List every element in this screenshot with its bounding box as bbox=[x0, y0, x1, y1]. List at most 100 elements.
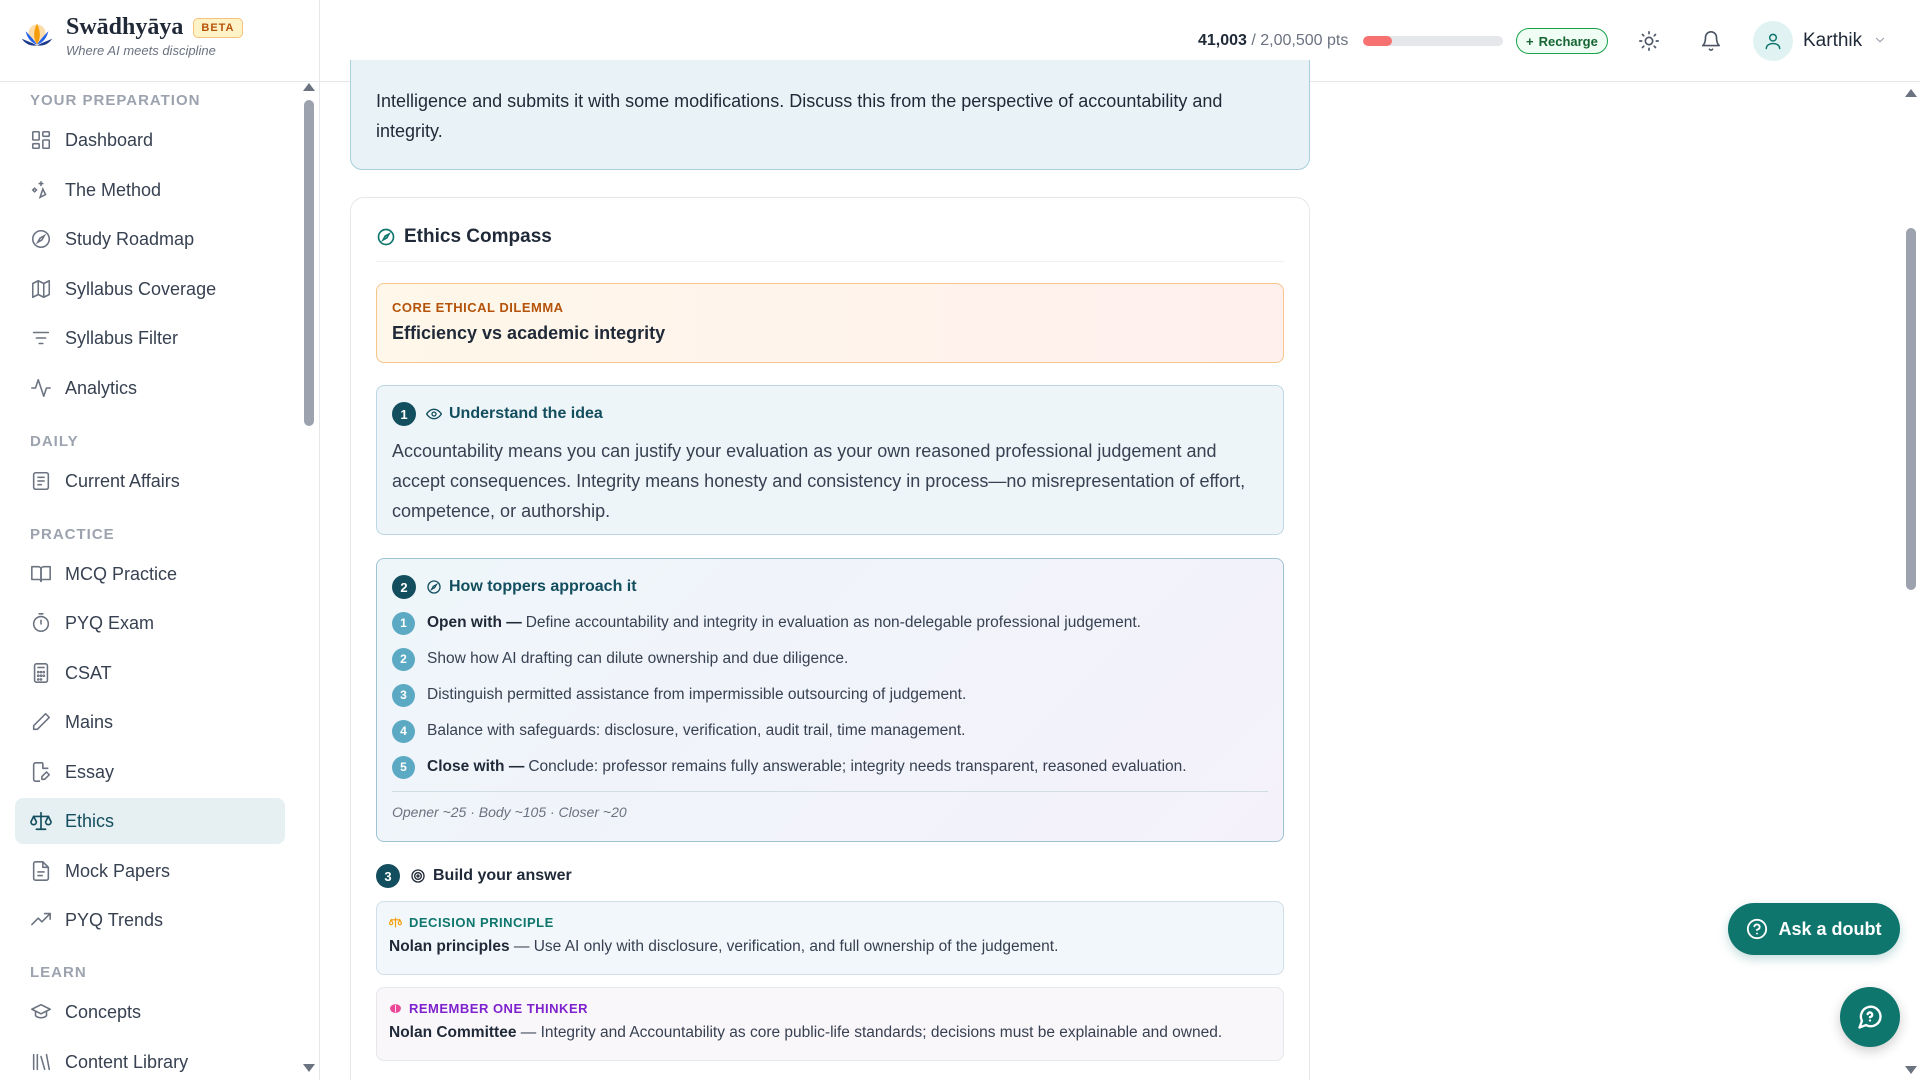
main-scroll-down-icon[interactable] bbox=[1905, 1066, 1917, 1074]
sidebar-scrollbar-thumb[interactable] bbox=[304, 100, 314, 426]
approach-text: Define accountability and integrity in e… bbox=[525, 614, 1141, 631]
beta-badge: BETA bbox=[193, 17, 243, 38]
approach-lead: Open with — bbox=[427, 614, 522, 631]
sidebar-item-method[interactable]: The Method bbox=[15, 167, 285, 213]
step-number: 3 bbox=[376, 864, 400, 888]
sidebar-item-label: Content Library bbox=[65, 1051, 189, 1072]
sidebar-item-content-library[interactable]: Content Library bbox=[15, 1039, 285, 1080]
approach-text: Distinguish permitted assistance from im… bbox=[427, 686, 967, 703]
points-current: 41,003 bbox=[1198, 32, 1247, 49]
bell-icon bbox=[1701, 31, 1721, 51]
principle-label-row: DECISION PRINCIPLE bbox=[389, 915, 1271, 930]
principle-label: DECISION PRINCIPLE bbox=[409, 915, 554, 930]
timer-icon bbox=[32, 613, 50, 633]
step-title: Understand the idea bbox=[449, 405, 603, 422]
section-title-practice: PRACTICE bbox=[30, 526, 115, 543]
approach-number: 1 bbox=[392, 611, 415, 635]
section-title-preparation: YOUR PREPARATION bbox=[30, 92, 201, 109]
sidebar-item-dashboard[interactable]: Dashboard bbox=[15, 117, 285, 163]
sidebar-item-filter[interactable]: Syllabus Filter bbox=[15, 315, 285, 361]
recharge-button[interactable]: + Recharge bbox=[1516, 28, 1608, 54]
sidebar-item-csat[interactable]: CSAT bbox=[15, 650, 285, 696]
sidebar: YOUR PREPARATION Dashboard The Method St… bbox=[0, 82, 300, 1080]
approach-text: Conclude: professor remains fully answer… bbox=[528, 758, 1187, 775]
approach-text: Show how AI drafting can dilute ownershi… bbox=[427, 650, 849, 667]
sidebar-item-label: Syllabus Coverage bbox=[65, 278, 217, 299]
sidebar-item-pyq-trends[interactable]: PYQ Trends bbox=[15, 897, 285, 943]
file-pen-icon bbox=[32, 762, 51, 782]
sidebar-item-concepts[interactable]: Concepts bbox=[15, 989, 285, 1035]
help-circle-icon bbox=[1747, 918, 1768, 940]
sidebar-item-label: PYQ Trends bbox=[65, 909, 164, 930]
sidebar-item-coverage[interactable]: Syllabus Coverage bbox=[15, 266, 285, 312]
approach-number: 3 bbox=[392, 683, 415, 707]
step-toppers-approach: 2 How toppers approach it 1 Open with — … bbox=[376, 558, 1284, 842]
sidebar-scroll-down-icon[interactable] bbox=[303, 1064, 315, 1072]
book-open-icon bbox=[31, 565, 51, 583]
approach-number: 2 bbox=[392, 647, 415, 671]
step-header: 1 Understand the idea bbox=[392, 402, 1268, 426]
lotus-logo-icon bbox=[21, 23, 53, 46]
points-progress-bar bbox=[1363, 36, 1503, 46]
plus-icon: + bbox=[1526, 33, 1534, 49]
sidebar-item-label: CSAT bbox=[65, 662, 112, 683]
step-number: 1 bbox=[392, 402, 416, 426]
sidebar-item-essay[interactable]: Essay bbox=[15, 749, 285, 795]
sidebar-item-mock-papers[interactable]: Mock Papers bbox=[15, 848, 285, 894]
avatar[interactable] bbox=[1753, 21, 1793, 61]
sidebar-item-roadmap[interactable]: Study Roadmap bbox=[15, 216, 285, 262]
sidebar-item-mcq[interactable]: MCQ Practice bbox=[15, 551, 285, 597]
thinker-box: REMEMBER ONE THINKER Nolan Committee — I… bbox=[376, 987, 1284, 1061]
main-scrollbar-thumb[interactable] bbox=[1906, 228, 1916, 590]
sidebar-item-label: Syllabus Filter bbox=[65, 327, 179, 348]
thinker-label-row: REMEMBER ONE THINKER bbox=[389, 1001, 1271, 1016]
step-title: Build your answer bbox=[433, 867, 572, 884]
points-progress-fill bbox=[1363, 36, 1392, 46]
step-body: Accountability means you can justify you… bbox=[392, 441, 1246, 521]
brand-name: Swādhyāya bbox=[66, 14, 184, 40]
sidebar-item-mains[interactable]: Mains bbox=[15, 699, 285, 745]
sidebar-item-label: Mains bbox=[65, 711, 114, 732]
sidebar-item-label: Essay bbox=[65, 761, 115, 782]
sparkles-icon bbox=[31, 180, 47, 199]
sidebar-item-label: PYQ Exam bbox=[65, 612, 155, 633]
sidebar-item-analytics[interactable]: Analytics bbox=[15, 365, 285, 411]
sidebar-item-pyq-exam[interactable]: PYQ Exam bbox=[15, 600, 285, 646]
step-understand: 1 Understand the idea Accountability mea… bbox=[376, 385, 1284, 535]
trending-up-icon bbox=[31, 912, 51, 926]
ask-doubt-button[interactable]: Ask a doubt bbox=[1728, 903, 1900, 955]
step-title: How toppers approach it bbox=[449, 578, 637, 595]
main-scroll-up-icon[interactable] bbox=[1905, 89, 1917, 97]
dilemma-label: CORE ETHICAL DILEMMA bbox=[392, 300, 564, 315]
sidebar-divider bbox=[319, 0, 320, 1080]
graduation-cap-icon bbox=[31, 1003, 51, 1019]
sidebar-item-ethics[interactable]: Ethics bbox=[15, 798, 285, 844]
word-split-meta: Opener ~25 · Body ~105 · Closer ~20 bbox=[392, 804, 627, 820]
step-build-answer-header: 3 Build your answer bbox=[376, 864, 572, 888]
question-text: Intelligence and submits it with some mo… bbox=[376, 91, 1223, 141]
approach-lead: Close with — bbox=[427, 758, 525, 775]
sidebar-item-current-affairs[interactable]: Current Affairs bbox=[15, 458, 285, 504]
chat-button[interactable] bbox=[1840, 987, 1900, 1047]
principle-text: — Use AI only with disclosure, verificat… bbox=[509, 938, 1059, 955]
user-icon bbox=[1765, 33, 1781, 50]
sidebar-item-label: Study Roadmap bbox=[65, 228, 195, 249]
sidebar-item-label: Ethics bbox=[65, 810, 115, 831]
brain-icon bbox=[390, 1004, 401, 1013]
divider bbox=[392, 791, 1268, 792]
recharge-label: Recharge bbox=[1538, 33, 1598, 49]
sidebar-scroll-up-icon[interactable] bbox=[303, 83, 315, 91]
eye-icon bbox=[426, 408, 442, 420]
approach-number: 4 bbox=[392, 719, 415, 743]
brand[interactable]: Swādhyāya BETA Where AI meets discipline bbox=[18, 14, 243, 58]
user-name[interactable]: Karthik bbox=[1803, 30, 1862, 52]
chevron-down-icon[interactable] bbox=[1873, 33, 1887, 47]
core-dilemma-box: CORE ETHICAL DILEMMA Efficiency vs acade… bbox=[376, 283, 1284, 363]
points-total: / 2,00,500 pts bbox=[1251, 32, 1349, 49]
pencil-icon bbox=[32, 712, 51, 731]
ask-doubt-label: Ask a doubt bbox=[1778, 918, 1882, 939]
notifications-button[interactable] bbox=[1696, 26, 1726, 56]
theme-toggle-button[interactable] bbox=[1634, 26, 1664, 56]
approach-item: 1 Open with — Define accountability and … bbox=[392, 611, 1268, 635]
approach-text: Balance with safeguards: disclosure, ver… bbox=[427, 722, 966, 739]
